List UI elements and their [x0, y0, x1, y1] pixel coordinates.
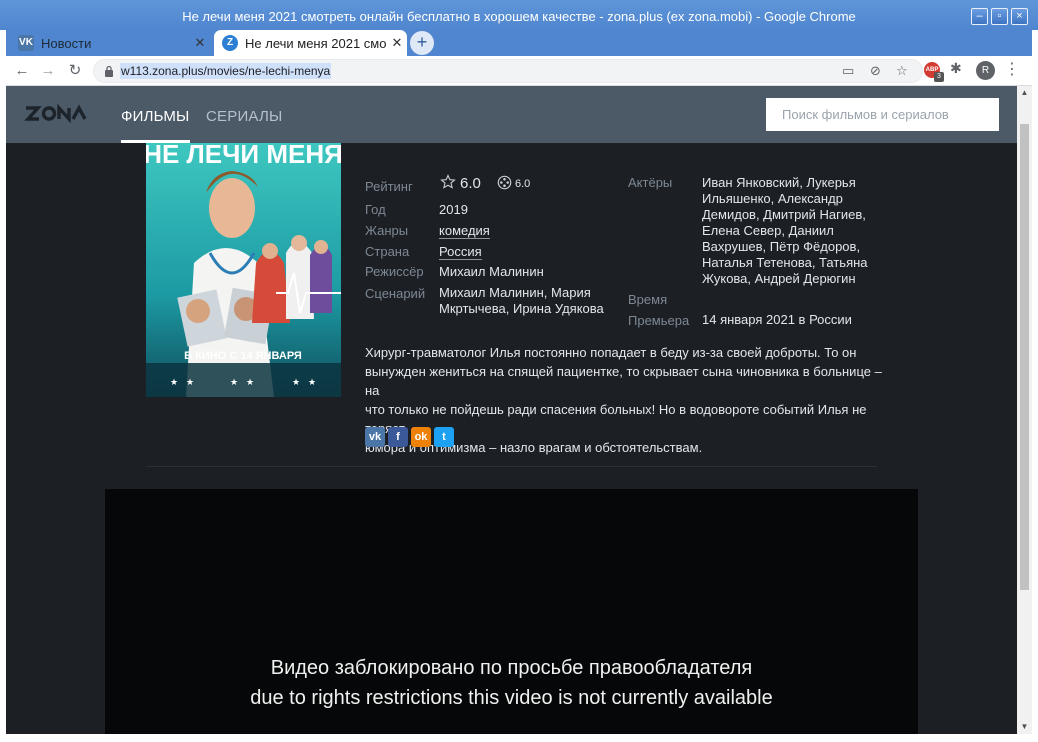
- minimize-button[interactable]: –: [971, 8, 988, 25]
- description-line: вынужден жениться на спящей пациентке, т…: [365, 364, 882, 398]
- browser-toolbar: ← → ↻ w113.zona.plus/movies/ne-lechi-men…: [6, 56, 1032, 86]
- premiere-value: 14 января 2021 в России: [702, 312, 852, 327]
- forward-arrow-icon[interactable]: →: [38, 61, 58, 81]
- vk-favicon-icon: VK: [18, 35, 34, 51]
- close-window-button[interactable]: ×: [1011, 8, 1028, 25]
- lock-icon[interactable]: [104, 65, 114, 77]
- zona-logo[interactable]: [24, 104, 92, 124]
- tab-close-icon[interactable]: ✕: [387, 35, 407, 51]
- share-twitter-button[interactable]: t: [434, 427, 454, 447]
- director-value: Михаил Малинин: [439, 264, 544, 279]
- zona-favicon-icon: Z: [222, 35, 238, 51]
- writers-label: Сценарий: [365, 286, 426, 301]
- maximize-button[interactable]: ▫: [991, 8, 1008, 25]
- cast-icon[interactable]: ▭: [842, 63, 854, 79]
- tab-label: Не лечи меня 2021 смо: [245, 35, 387, 51]
- poster-caption: В КИНО С 14 ЯНВАРЯ: [184, 350, 302, 362]
- blocked-message-ru: Видео заблокировано по просьбе правообла…: [270, 657, 753, 679]
- tab-news[interactable]: VK Новости ✕: [10, 30, 210, 56]
- imdb-rating: 6.0: [515, 178, 531, 190]
- search-input[interactable]: [766, 98, 999, 131]
- profile-avatar[interactable]: R: [976, 61, 995, 80]
- back-arrow-icon[interactable]: ←: [12, 61, 32, 81]
- scroll-thumb[interactable]: [1020, 124, 1029, 590]
- actors-line-4: Елена Север, Даниил: [702, 223, 834, 238]
- window-title: Не лечи меня 2021 смотреть онлайн беспла…: [182, 9, 856, 24]
- poster-title: НЕ ЛЕЧИ МЕНЯ: [146, 143, 341, 169]
- window-bottom-edge: [6, 734, 1032, 742]
- country-label: Страна: [365, 244, 410, 259]
- share-facebook-button[interactable]: f: [388, 427, 408, 447]
- bookmark-star-icon[interactable]: ☆: [896, 63, 908, 79]
- duration-label: Время: [628, 292, 668, 307]
- actors-label: Актёры: [628, 175, 673, 190]
- scroll-up-arrow-icon[interactable]: ▲: [1017, 88, 1032, 97]
- scroll-down-arrow-icon[interactable]: ▼: [1017, 722, 1032, 731]
- window-titlebar: Не лечи меня 2021 смотреть онлайн беспла…: [0, 0, 1038, 30]
- reload-icon[interactable]: ↻: [65, 61, 85, 81]
- genre-link[interactable]: комедия: [439, 223, 490, 239]
- svg-text:★: ★: [186, 378, 194, 388]
- description-line: Хирург-травматолог Илья постоянно попада…: [365, 345, 857, 360]
- svg-text:★: ★: [308, 378, 316, 388]
- site-header: ФИЛЬМЫ СЕРИАЛЫ: [6, 86, 1017, 143]
- tab-label: Новости: [41, 35, 92, 51]
- actors-line-5: Вахрушев, Пётр Фёдоров,: [702, 239, 861, 254]
- new-tab-button[interactable]: +: [410, 31, 434, 55]
- tab-strip: VK Новости ✕ Z Не лечи меня 2021 смо ✕ +: [6, 30, 1032, 56]
- premiere-label: Премьера: [628, 313, 690, 328]
- star-rating-icon: [440, 174, 456, 189]
- svg-text:★: ★: [230, 378, 238, 388]
- url-text[interactable]: w113.zona.plus/movies/ne-lechi-menya: [120, 63, 332, 79]
- writers-line-1: Михаил Малинин, Мария: [439, 285, 591, 300]
- adblock-count-badge: 3: [934, 72, 944, 82]
- actors-line-1: Иван Янковский, Лукерья: [702, 175, 856, 190]
- eye-off-icon[interactable]: ⊘: [870, 63, 881, 79]
- movie-poster: НЕ ЛЕЧИ МЕНЯ В КИНО С 14 ЯНВАРЯ ★ ★ ★ ★ ★ ★: [146, 143, 341, 397]
- menu-kebab-icon[interactable]: ⋮: [1004, 59, 1020, 79]
- share-vk-button[interactable]: vk: [365, 427, 385, 447]
- svg-text:★: ★: [246, 378, 254, 388]
- genres-label: Жанры: [365, 223, 409, 238]
- svg-text:★: ★: [292, 378, 300, 388]
- section-divider: [146, 466, 877, 467]
- tab-movie[interactable]: Z Не лечи меня 2021 смо ✕: [214, 30, 407, 56]
- nav-series[interactable]: СЕРИАЛЫ: [206, 108, 282, 125]
- window-controls: – ▫ ×: [971, 8, 1028, 25]
- extensions-puzzle-icon[interactable]: ✱: [950, 60, 962, 77]
- director-label: Режиссёр: [365, 264, 424, 279]
- actors-line-7: Жукова, Андрей Дерюгин: [702, 271, 856, 286]
- actors-line-2: Ильяшенко, Александр: [702, 191, 843, 206]
- actors-line-6: Наталья Тетенова, Татьяна: [702, 255, 868, 270]
- blocked-message-en: due to rights restrictions this video is…: [250, 687, 773, 709]
- svg-text:★: ★: [170, 378, 178, 388]
- rating-label: Рейтинг: [365, 179, 413, 194]
- page-viewport: ФИЛЬМЫ СЕРИАЛЫ Поиск фильмов и сериалов …: [6, 86, 1017, 734]
- share-odnoklassniki-button[interactable]: ok: [411, 427, 431, 447]
- address-bar[interactable]: w113.zona.plus/movies/ne-lechi-menya ▭ ⊘…: [93, 59, 923, 83]
- imdb-reel-icon: [497, 175, 512, 190]
- movie-poster-image: НЕ ЛЕЧИ МЕНЯ В КИНО С 14 ЯНВАРЯ ★ ★ ★ ★ ★ ★: [146, 143, 341, 397]
- year-label: Год: [365, 202, 386, 217]
- nav-movies[interactable]: ФИЛЬМЫ: [121, 108, 190, 143]
- writers-line-2: Мкртычева, Ирина Удякова: [439, 301, 604, 316]
- kinopoisk-rating: 6.0: [460, 175, 481, 192]
- actors-line-3: Демидов, Дмитрий Нагиев,: [702, 207, 866, 222]
- page-scrollbar[interactable]: ▲ ▼: [1017, 86, 1032, 734]
- year-value: 2019: [439, 202, 468, 217]
- country-link[interactable]: Россия: [439, 244, 482, 260]
- video-player[interactable]: Видео заблокировано по просьбе правообла…: [105, 489, 918, 734]
- tab-close-icon[interactable]: ✕: [190, 35, 210, 51]
